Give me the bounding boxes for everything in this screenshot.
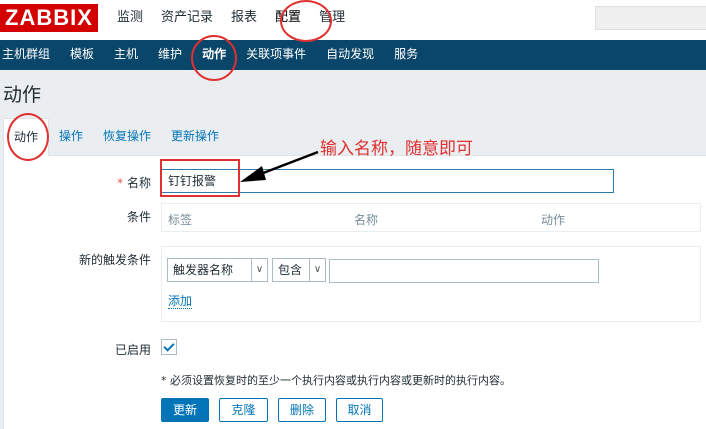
search-input[interactable] bbox=[595, 6, 706, 30]
conditions-label: 条件 bbox=[126, 210, 151, 224]
conditions-col-name: 名称 bbox=[354, 213, 379, 227]
clone-button[interactable]: 克隆 bbox=[219, 398, 268, 422]
nav-reports[interactable]: 报表 bbox=[222, 0, 266, 40]
subnav-maintenance[interactable]: 维护 bbox=[158, 40, 192, 70]
annotation-text: 输入名称，随意即可 bbox=[320, 139, 473, 159]
page-title: 动作 bbox=[3, 84, 42, 106]
update-button[interactable]: 更新 bbox=[161, 398, 209, 422]
sub-nav: 主机群组 模板 主机 维护 动作 关联项事件 自动发现 服务 bbox=[0, 40, 706, 70]
chevron-down-icon: ∨ bbox=[251, 259, 267, 281]
new-condition-label: 新的触发条件 bbox=[78, 253, 151, 267]
subnav-services[interactable]: 服务 bbox=[394, 40, 428, 70]
annotation-rect-name bbox=[160, 159, 240, 197]
condition-type-select[interactable]: 触发器名称 ∨ bbox=[167, 258, 268, 282]
delete-button[interactable]: 删除 bbox=[278, 398, 326, 422]
nav-monitoring[interactable]: 监测 bbox=[108, 0, 152, 40]
tab-recovery-operations[interactable]: 恢复操作 bbox=[93, 118, 161, 155]
annotation-circle-tab bbox=[7, 113, 49, 161]
tab-operations[interactable]: 操作 bbox=[49, 118, 93, 155]
subnav-host-groups[interactable]: 主机群组 bbox=[0, 40, 60, 70]
name-label: * 名称 bbox=[117, 176, 151, 190]
checkmark-icon bbox=[163, 340, 175, 352]
add-condition-link[interactable]: 添加 bbox=[168, 294, 193, 309]
enabled-label: 已启用 bbox=[114, 343, 151, 357]
enabled-checkbox[interactable] bbox=[161, 339, 177, 355]
annotation-circle-actions bbox=[191, 35, 237, 81]
top-bar: ZABBIX 监测 资产记录 报表 配置 管理 bbox=[0, 0, 706, 40]
conditions-table: 标签 名称 动作 bbox=[161, 203, 701, 232]
condition-operator-select[interactable]: 包含 ∨ bbox=[272, 258, 326, 282]
zabbix-logo[interactable]: ZABBIX bbox=[0, 4, 98, 32]
annotation-circle-config bbox=[280, 0, 332, 42]
conditions-col-label: 标签 bbox=[168, 213, 193, 227]
subnav-hosts[interactable]: 主机 bbox=[114, 40, 148, 70]
tab-update-operations[interactable]: 更新操作 bbox=[161, 118, 229, 155]
required-mark: * bbox=[117, 176, 124, 190]
condition-value-input[interactable] bbox=[329, 259, 599, 283]
chevron-down-icon: ∨ bbox=[309, 259, 325, 281]
conditions-col-action: 动作 bbox=[541, 213, 566, 227]
requirement-note: * 必须设置恢复时的至少一个执行内容或执行内容或更新时的执行内容。 bbox=[161, 374, 511, 387]
cancel-button[interactable]: 取消 bbox=[336, 398, 383, 422]
nav-inventory[interactable]: 资产记录 bbox=[152, 0, 222, 40]
subnav-event-correlation[interactable]: 关联项事件 bbox=[246, 40, 316, 70]
subnav-discovery[interactable]: 自动发现 bbox=[326, 40, 384, 70]
subnav-templates[interactable]: 模板 bbox=[70, 40, 104, 70]
